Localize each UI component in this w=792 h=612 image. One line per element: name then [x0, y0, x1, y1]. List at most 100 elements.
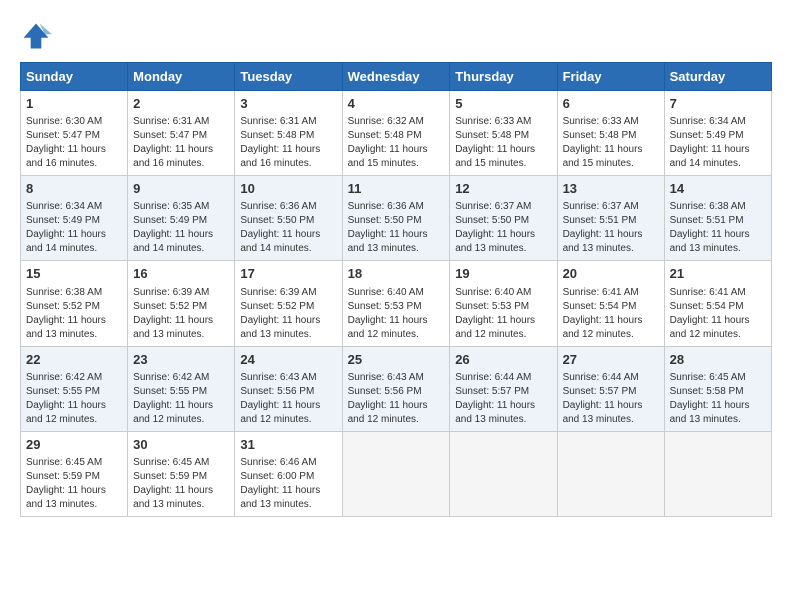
day-info: Sunrise: 6:32 AMSunset: 5:48 PMDaylight:…: [348, 115, 445, 171]
column-header-tuesday: Tuesday: [235, 63, 342, 91]
day-number: 30: [133, 436, 229, 454]
column-header-monday: Monday: [128, 63, 235, 91]
calendar-cell: [342, 431, 450, 516]
calendar-cell: 13 Sunrise: 6:37 AMSunset: 5:51 PMDayligh…: [557, 176, 664, 261]
day-info: Sunrise: 6:37 AMSunset: 5:50 PMDaylight:…: [455, 200, 551, 256]
day-info: Sunrise: 6:36 AMSunset: 5:50 PMDaylight:…: [240, 200, 336, 256]
day-info: Sunrise: 6:30 AMSunset: 5:47 PMDaylight:…: [26, 115, 122, 171]
day-number: 4: [348, 95, 445, 113]
column-header-wednesday: Wednesday: [342, 63, 450, 91]
calendar-cell: 12 Sunrise: 6:37 AMSunset: 5:50 PMDayligh…: [450, 176, 557, 261]
day-number: 6: [563, 95, 659, 113]
column-header-thursday: Thursday: [450, 63, 557, 91]
day-info: Sunrise: 6:39 AMSunset: 5:52 PMDaylight:…: [133, 286, 229, 342]
calendar-cell: 26 Sunrise: 6:44 AMSunset: 5:57 PMDayligh…: [450, 346, 557, 431]
week-row-1: 1 Sunrise: 6:30 AMSunset: 5:47 PMDaylight…: [21, 91, 772, 176]
header-row: SundayMondayTuesdayWednesdayThursdayFrid…: [21, 63, 772, 91]
day-number: 8: [26, 180, 122, 198]
week-row-4: 22 Sunrise: 6:42 AMSunset: 5:55 PMDayligh…: [21, 346, 772, 431]
calendar-cell: 7Sunrise: 6:34 AMSunset: 5:49 PMDaylight…: [664, 91, 771, 176]
day-number: 18: [348, 265, 445, 283]
calendar-cell: 29 Sunrise: 6:45 AMSunset: 5:59 PMDayligh…: [21, 431, 128, 516]
day-info: Sunrise: 6:33 AMSunset: 5:48 PMDaylight:…: [455, 115, 551, 171]
calendar-cell: 8 Sunrise: 6:34 AMSunset: 5:49 PMDaylight…: [21, 176, 128, 261]
day-info: Sunrise: 6:37 AMSunset: 5:51 PMDaylight:…: [563, 200, 659, 256]
day-number: 19: [455, 265, 551, 283]
day-number: 1: [26, 95, 122, 113]
logo-icon: [20, 20, 52, 52]
calendar-table: SundayMondayTuesdayWednesdayThursdayFrid…: [20, 62, 772, 517]
day-number: 28: [670, 351, 766, 369]
day-number: 25: [348, 351, 445, 369]
calendar-cell: 18 Sunrise: 6:40 AMSunset: 5:53 PMDayligh…: [342, 261, 450, 346]
day-number: 14: [670, 180, 766, 198]
calendar-cell: [557, 431, 664, 516]
day-number: 12: [455, 180, 551, 198]
day-info: Sunrise: 6:38 AMSunset: 5:52 PMDaylight:…: [26, 286, 122, 342]
column-header-saturday: Saturday: [664, 63, 771, 91]
day-info: Sunrise: 6:46 AMSunset: 6:00 PMDaylight:…: [240, 456, 336, 512]
day-info: Sunrise: 6:45 AMSunset: 5:59 PMDaylight:…: [26, 456, 122, 512]
day-number: 21: [670, 265, 766, 283]
calendar-cell: 23Sunrise: 6:42 AMSunset: 5:55 PMDayligh…: [128, 346, 235, 431]
day-info: Sunrise: 6:45 AMSunset: 5:59 PMDaylight:…: [133, 456, 229, 512]
calendar-cell: 3Sunrise: 6:31 AMSunset: 5:48 PMDaylight…: [235, 91, 342, 176]
calendar-cell: 16 Sunrise: 6:39 AMSunset: 5:52 PMDayligh…: [128, 261, 235, 346]
page-header: [20, 20, 772, 52]
calendar-cell: 22 Sunrise: 6:42 AMSunset: 5:55 PMDayligh…: [21, 346, 128, 431]
calendar-cell: 25 Sunrise: 6:43 AMSunset: 5:56 PMDayligh…: [342, 346, 450, 431]
day-number: 17: [240, 265, 336, 283]
calendar-cell: 9Sunrise: 6:35 AMSunset: 5:49 PMDaylight…: [128, 176, 235, 261]
day-number: 20: [563, 265, 659, 283]
day-number: 31: [240, 436, 336, 454]
calendar-cell: 30 Sunrise: 6:45 AMSunset: 5:59 PMDayligh…: [128, 431, 235, 516]
calendar-cell: 19Sunrise: 6:40 AMSunset: 5:53 PMDayligh…: [450, 261, 557, 346]
day-number: 9: [133, 180, 229, 198]
day-number: 26: [455, 351, 551, 369]
calendar-cell: 31 Sunrise: 6:46 AMSunset: 6:00 PMDayligh…: [235, 431, 342, 516]
calendar-cell: 11 Sunrise: 6:36 AMSunset: 5:50 PMDayligh…: [342, 176, 450, 261]
day-number: 11: [348, 180, 445, 198]
week-row-2: 8 Sunrise: 6:34 AMSunset: 5:49 PMDaylight…: [21, 176, 772, 261]
day-info: Sunrise: 6:45 AMSunset: 5:58 PMDaylight:…: [670, 371, 766, 427]
calendar-cell: 10 Sunrise: 6:36 AMSunset: 5:50 PMDayligh…: [235, 176, 342, 261]
calendar-cell: 15Sunrise: 6:38 AMSunset: 5:52 PMDayligh…: [21, 261, 128, 346]
day-info: Sunrise: 6:31 AMSunset: 5:47 PMDaylight:…: [133, 115, 229, 171]
day-number: 13: [563, 180, 659, 198]
day-info: Sunrise: 6:42 AMSunset: 5:55 PMDaylight:…: [26, 371, 122, 427]
day-info: Sunrise: 6:34 AMSunset: 5:49 PMDaylight:…: [26, 200, 122, 256]
calendar-cell: [664, 431, 771, 516]
calendar-cell: 28 Sunrise: 6:45 AMSunset: 5:58 PMDayligh…: [664, 346, 771, 431]
calendar-cell: 14Sunrise: 6:38 AMSunset: 5:51 PMDayligh…: [664, 176, 771, 261]
day-number: 10: [240, 180, 336, 198]
day-info: Sunrise: 6:40 AMSunset: 5:53 PMDaylight:…: [348, 286, 445, 342]
calendar-cell: 27 Sunrise: 6:44 AMSunset: 5:57 PMDayligh…: [557, 346, 664, 431]
day-number: 29: [26, 436, 122, 454]
day-info: Sunrise: 6:39 AMSunset: 5:52 PMDaylight:…: [240, 286, 336, 342]
day-info: Sunrise: 6:44 AMSunset: 5:57 PMDaylight:…: [455, 371, 551, 427]
calendar-cell: 2Sunrise: 6:31 AMSunset: 5:47 PMDaylight…: [128, 91, 235, 176]
day-number: 3: [240, 95, 336, 113]
column-header-friday: Friday: [557, 63, 664, 91]
day-number: 27: [563, 351, 659, 369]
week-row-3: 15Sunrise: 6:38 AMSunset: 5:52 PMDayligh…: [21, 261, 772, 346]
logo: [20, 20, 56, 52]
calendar-cell: 20Sunrise: 6:41 AMSunset: 5:54 PMDayligh…: [557, 261, 664, 346]
day-info: Sunrise: 6:33 AMSunset: 5:48 PMDaylight:…: [563, 115, 659, 171]
day-number: 5: [455, 95, 551, 113]
day-info: Sunrise: 6:44 AMSunset: 5:57 PMDaylight:…: [563, 371, 659, 427]
day-number: 16: [133, 265, 229, 283]
calendar-cell: 24Sunrise: 6:43 AMSunset: 5:56 PMDayligh…: [235, 346, 342, 431]
day-number: 23: [133, 351, 229, 369]
calendar-cell: 17 Sunrise: 6:39 AMSunset: 5:52 PMDayligh…: [235, 261, 342, 346]
calendar-cell: 21 Sunrise: 6:41 AMSunset: 5:54 PMDayligh…: [664, 261, 771, 346]
day-info: Sunrise: 6:43 AMSunset: 5:56 PMDaylight:…: [348, 371, 445, 427]
calendar-cell: [450, 431, 557, 516]
calendar-cell: 1 Sunrise: 6:30 AMSunset: 5:47 PMDaylight…: [21, 91, 128, 176]
day-info: Sunrise: 6:41 AMSunset: 5:54 PMDaylight:…: [670, 286, 766, 342]
day-info: Sunrise: 6:36 AMSunset: 5:50 PMDaylight:…: [348, 200, 445, 256]
day-number: 22: [26, 351, 122, 369]
calendar-cell: 4 Sunrise: 6:32 AMSunset: 5:48 PMDaylight…: [342, 91, 450, 176]
column-header-sunday: Sunday: [21, 63, 128, 91]
day-info: Sunrise: 6:34 AMSunset: 5:49 PMDaylight:…: [670, 115, 766, 171]
